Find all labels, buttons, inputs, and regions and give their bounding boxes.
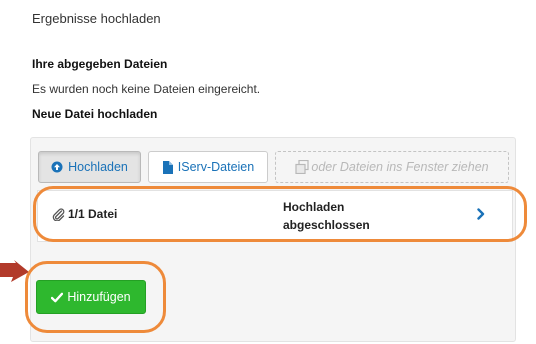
file-icon xyxy=(162,160,173,174)
upload-icon xyxy=(51,161,63,173)
no-files-text: Es wurden noch keine Dateien eingereicht… xyxy=(32,82,261,96)
iserv-files-button[interactable]: IServ-Dateien xyxy=(148,151,268,183)
iserv-files-label: IServ-Dateien xyxy=(177,160,255,174)
submitted-files-heading: Ihre abgegeben Dateien xyxy=(32,57,168,71)
annotation-highlight-add-button xyxy=(25,261,166,333)
upload-button-label: Hochladen xyxy=(68,160,128,174)
new-file-heading: Neue Datei hochladen xyxy=(32,107,158,121)
drop-zone[interactable]: oder Dateien ins Fenster ziehen xyxy=(275,151,509,183)
drop-zone-label: oder Dateien ins Fenster ziehen xyxy=(311,160,489,174)
annotation-highlight-file-row xyxy=(33,186,527,242)
drop-file-icon xyxy=(295,160,310,174)
page-title: Ergebnisse hochladen xyxy=(32,11,161,26)
upload-button[interactable]: Hochladen xyxy=(38,151,141,183)
